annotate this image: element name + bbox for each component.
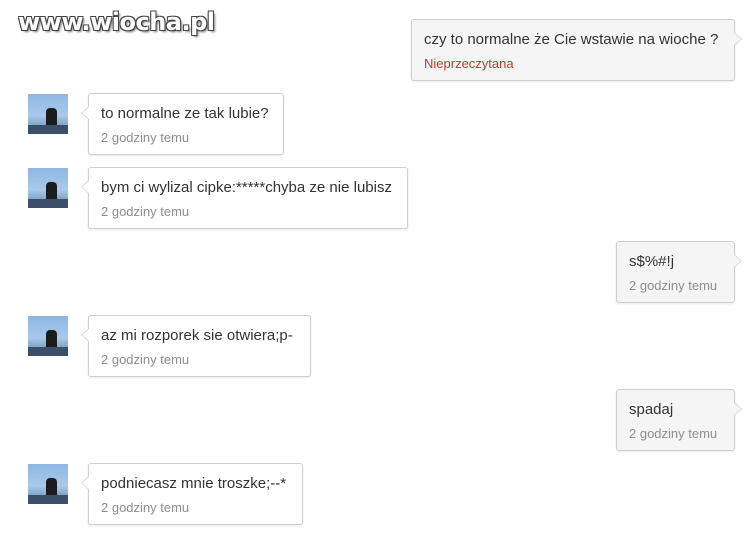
message-bubble-received[interactable]: podniecasz mnie troszke;--* 2 godziny te…	[81, 463, 303, 525]
message-text: s$%#!j	[629, 253, 675, 270]
avatar-ground	[28, 347, 68, 356]
message-bubble-received[interactable]: bym ci wylizal cipke:*****chyba ze nie l…	[81, 167, 408, 229]
message-text: to normalne ze tak lubie?	[101, 105, 269, 122]
message-timestamp: 2 godziny temu	[101, 352, 190, 367]
message-timestamp: 2 godziny temu	[629, 278, 718, 293]
message-text: bym ci wylizal cipke:*****chyba ze nie l…	[101, 179, 392, 196]
message-text: czy to normalne że Cie wstawie na wioche…	[424, 31, 719, 48]
message-text: spadaj	[629, 401, 674, 418]
message-bubble-sent[interactable]: spadaj 2 godziny temu	[616, 389, 742, 451]
watermark-logo: www.wiocha.pl	[18, 8, 215, 36]
avatar-ground	[28, 199, 68, 208]
message-bubble-received[interactable]: to normalne ze tak lubie? 2 godziny temu	[81, 93, 284, 155]
message-timestamp: 2 godziny temu	[101, 500, 190, 515]
message-bubble-sent[interactable]: s$%#!j 2 godziny temu	[616, 241, 742, 303]
avatar-icon[interactable]	[28, 168, 68, 208]
message-status: Nieprzeczytana	[424, 56, 514, 71]
message-timestamp: 2 godziny temu	[101, 130, 190, 145]
avatar-ground	[28, 125, 68, 134]
avatar-ground	[28, 495, 68, 504]
avatar-icon[interactable]	[28, 464, 68, 504]
avatar-icon[interactable]	[28, 316, 68, 356]
message-timestamp: 2 godziny temu	[101, 204, 190, 219]
avatar-icon[interactable]	[28, 94, 68, 134]
message-text: az mi rozporek sie otwiera;p-	[101, 327, 293, 344]
message-bubble-received[interactable]: az mi rozporek sie otwiera;p- 2 godziny …	[81, 315, 311, 377]
message-timestamp: 2 godziny temu	[629, 426, 718, 441]
message-bubble-sent[interactable]: czy to normalne że Cie wstawie na wioche…	[411, 19, 742, 81]
message-text: podniecasz mnie troszke;--*	[101, 475, 287, 492]
